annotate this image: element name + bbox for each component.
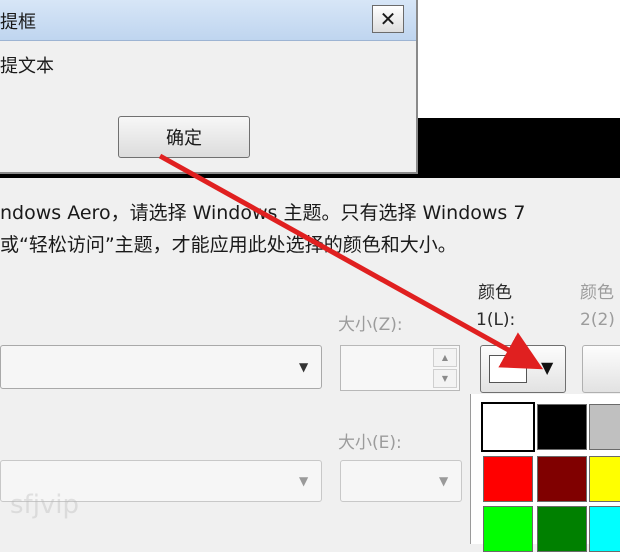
annotation-arrow [158, 153, 544, 370]
